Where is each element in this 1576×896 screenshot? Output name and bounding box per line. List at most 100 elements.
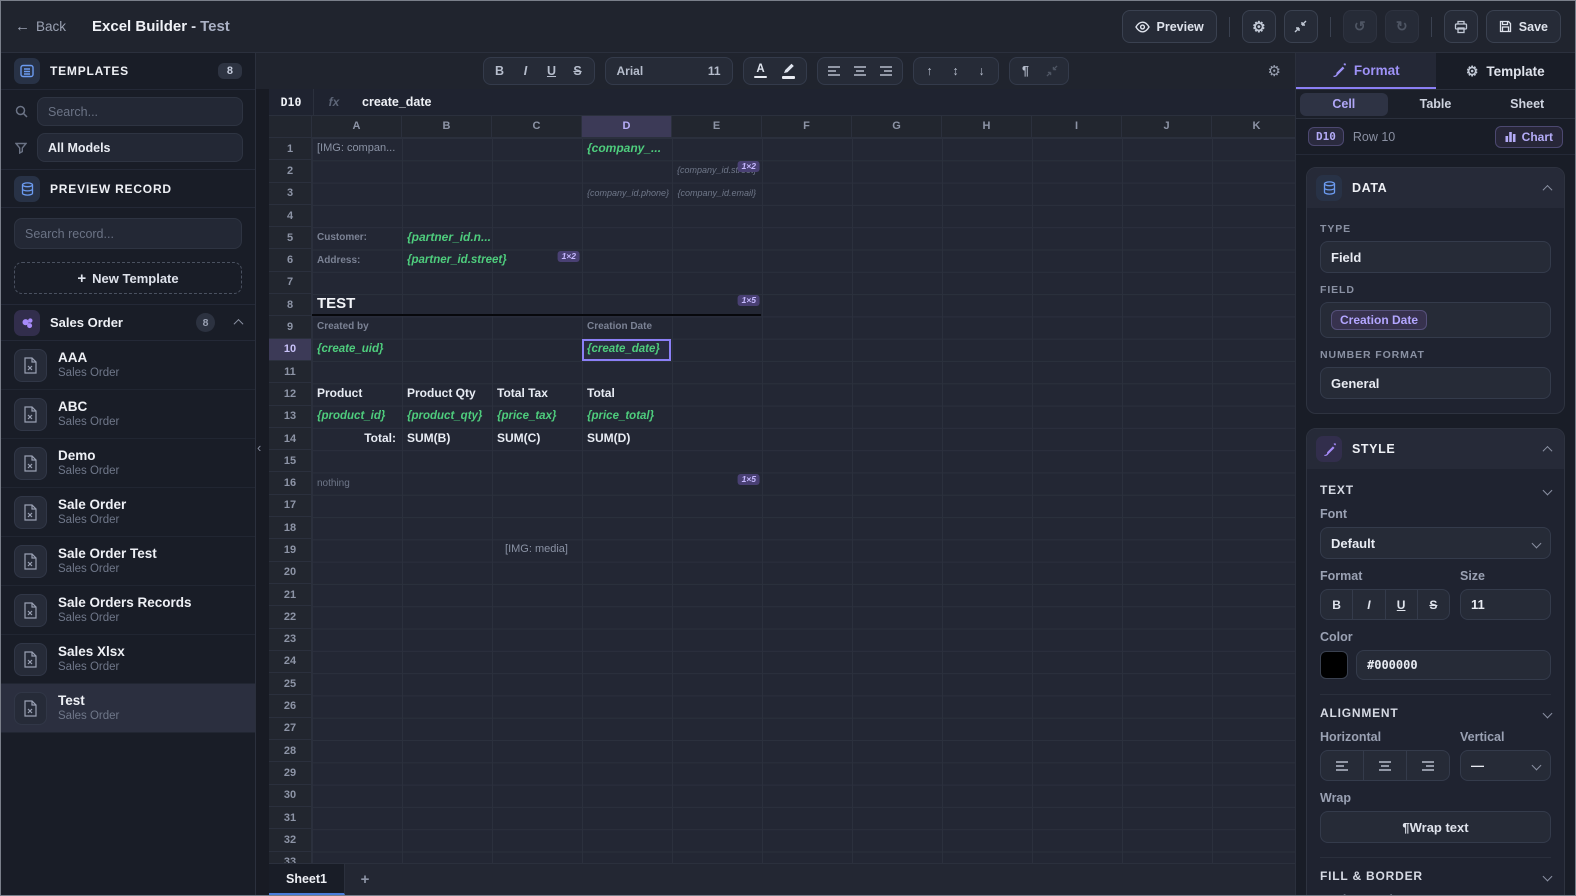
- row-header-5[interactable]: 5: [269, 227, 311, 250]
- style-section-header[interactable]: STYLE: [1307, 429, 1564, 469]
- sheet-settings-gear-icon[interactable]: ⚙: [1268, 62, 1281, 80]
- font-size-input[interactable]: 11: [708, 64, 721, 78]
- cell-B6[interactable]: {partner_id.street}: [402, 250, 581, 272]
- cell-C13[interactable]: {price_tax}: [492, 406, 581, 428]
- align-left-button[interactable]: [1321, 751, 1364, 780]
- tab-template[interactable]: ⚙ Template: [1436, 53, 1576, 89]
- align-left-button[interactable]: [821, 60, 847, 82]
- row-header-27[interactable]: 27: [269, 718, 311, 741]
- cell-D13[interactable]: {price_total}: [582, 406, 671, 428]
- cell-D10[interactable]: {create_date}: [582, 338, 671, 361]
- text-color-hex-input[interactable]: #000000: [1356, 650, 1551, 680]
- sidebar-collapse-handle[interactable]: ‹: [257, 440, 261, 455]
- cell-reference[interactable]: D10: [269, 95, 313, 109]
- data-section-header[interactable]: DATA: [1307, 168, 1564, 208]
- cell-A10[interactable]: {create_uid}: [312, 339, 401, 361]
- template-list-item[interactable]: Sale Orders Records Sales Order: [1, 586, 255, 635]
- row-header-17[interactable]: 17: [269, 495, 311, 518]
- row-header-13[interactable]: 13: [269, 406, 311, 428]
- cell-C14[interactable]: SUM(C): [492, 428, 581, 450]
- column-header-F[interactable]: F: [762, 116, 852, 137]
- text-color-swatch[interactable]: [1320, 651, 1348, 679]
- template-list-item[interactable]: ABC Sales Order: [1, 390, 255, 439]
- cell-A1[interactable]: [IMG: compan...: [312, 138, 401, 160]
- cell-A16[interactable]: nothing: [312, 473, 761, 495]
- row-header-28[interactable]: 28: [269, 740, 311, 763]
- column-header-H[interactable]: H: [942, 116, 1032, 137]
- row-header-12[interactable]: 12: [269, 383, 311, 406]
- row-header-26[interactable]: 26: [269, 695, 311, 718]
- row-header-14[interactable]: 14: [269, 428, 311, 451]
- column-header-K[interactable]: K: [1212, 116, 1295, 137]
- strikethrough-button[interactable]: S: [565, 60, 591, 82]
- row-header-21[interactable]: 21: [269, 584, 311, 607]
- align-right-button[interactable]: [873, 60, 899, 82]
- cell-D14[interactable]: SUM(D): [582, 428, 671, 450]
- valign-top-button[interactable]: ↑: [917, 60, 943, 82]
- font-family-select[interactable]: Arial: [617, 64, 644, 78]
- model-group-header[interactable]: Sales Order 8: [1, 304, 255, 341]
- row-header-30[interactable]: 30: [269, 785, 311, 807]
- redo-button[interactable]: ↻: [1384, 10, 1419, 43]
- new-template-button[interactable]: + New Template: [14, 262, 242, 294]
- add-sheet-button[interactable]: +: [345, 864, 385, 895]
- column-header-E[interactable]: E: [672, 116, 762, 137]
- grid-corner[interactable]: [269, 116, 312, 138]
- column-header-J[interactable]: J: [1122, 116, 1212, 137]
- template-search-input[interactable]: [37, 97, 243, 126]
- cell-B13[interactable]: {product_qty}: [402, 406, 491, 428]
- row-header-9[interactable]: 9: [269, 316, 311, 339]
- chart-button[interactable]: Chart: [1494, 125, 1563, 148]
- cell-A8[interactable]: TEST: [312, 294, 761, 317]
- column-header-G[interactable]: G: [852, 116, 942, 137]
- row-header-23[interactable]: 23: [269, 629, 311, 651]
- align-center-button[interactable]: [847, 60, 873, 82]
- cell-C19[interactable]: [IMG: media]: [492, 539, 581, 561]
- font-select[interactable]: Default: [1320, 527, 1551, 559]
- row-header-10[interactable]: 10: [269, 338, 311, 361]
- template-list-item[interactable]: Test Sales Order: [1, 684, 255, 733]
- save-button[interactable]: Save: [1485, 10, 1561, 43]
- bold-button[interactable]: B: [487, 60, 513, 82]
- row-header-29[interactable]: 29: [269, 762, 311, 785]
- cell-A12[interactable]: Product: [312, 383, 401, 405]
- type-select[interactable]: Field: [1320, 241, 1551, 273]
- valign-middle-button[interactable]: ↕: [943, 60, 969, 82]
- cell-B5[interactable]: {partner_id.n...: [402, 227, 491, 249]
- row-header-7[interactable]: 7: [269, 272, 311, 295]
- column-header-C[interactable]: C: [492, 116, 582, 137]
- cell-A13[interactable]: {product_id}: [312, 406, 401, 428]
- cell-A9[interactable]: Created by: [312, 316, 401, 338]
- row-header-22[interactable]: 22: [269, 606, 311, 629]
- row-header-6[interactable]: 6: [269, 249, 311, 272]
- back-button[interactable]: ← Back: [15, 18, 66, 35]
- row-header-1[interactable]: 1: [269, 138, 311, 161]
- text-color-button[interactable]: A: [747, 60, 775, 82]
- valign-bottom-button[interactable]: ↓: [969, 60, 995, 82]
- alignment-header[interactable]: ALIGNMENT: [1320, 706, 1553, 720]
- row-header-16[interactable]: 16: [269, 472, 311, 495]
- cell-B14[interactable]: SUM(B): [402, 428, 491, 450]
- template-list-item[interactable]: Sales Xlsx Sales Order: [1, 635, 255, 684]
- cell-A14[interactable]: Total:: [312, 428, 401, 450]
- column-header-I[interactable]: I: [1032, 116, 1122, 137]
- print-button[interactable]: [1443, 10, 1478, 43]
- underline-button[interactable]: U: [1386, 590, 1418, 619]
- record-search-input[interactable]: [14, 218, 242, 249]
- italic-button[interactable]: I: [1353, 590, 1386, 619]
- text-subsection-header[interactable]: TEXT: [1320, 483, 1553, 497]
- cell-D12[interactable]: Total: [582, 383, 671, 405]
- shrink-button[interactable]: [1039, 60, 1065, 82]
- model-filter-select[interactable]: All Models: [37, 133, 243, 162]
- subtab-sheet[interactable]: Sheet: [1483, 93, 1571, 116]
- formula-input[interactable]: create_date: [354, 95, 432, 109]
- subtab-cell[interactable]: Cell: [1300, 92, 1388, 116]
- wrap-text-button[interactable]: ¶: [1013, 60, 1039, 82]
- row-header-32[interactable]: 32: [269, 829, 311, 852]
- row-header-19[interactable]: 19: [269, 539, 311, 562]
- row-header-20[interactable]: 20: [269, 562, 311, 584]
- align-center-button[interactable]: [1364, 751, 1407, 780]
- template-list-item[interactable]: Sale Order Sales Order: [1, 488, 255, 537]
- subtab-table[interactable]: Table: [1392, 93, 1480, 116]
- size-input[interactable]: 11: [1460, 589, 1551, 620]
